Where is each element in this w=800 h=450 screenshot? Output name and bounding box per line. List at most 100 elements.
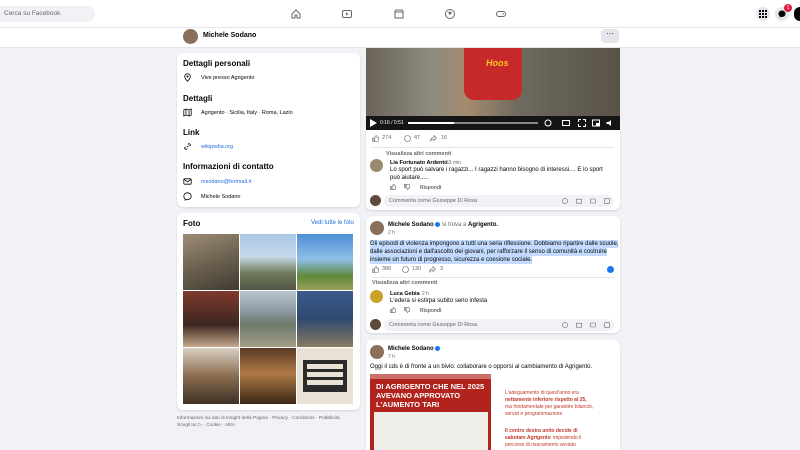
search-placeholder: Cerca su Facebook bbox=[4, 10, 61, 17]
share-icon[interactable] bbox=[429, 266, 436, 273]
see-all-photos-link[interactable]: Vedi tutte le foto bbox=[311, 220, 354, 226]
picture-in-picture-icon[interactable] bbox=[592, 119, 600, 127]
avatar[interactable] bbox=[370, 159, 383, 172]
comment-input[interactable]: Commenta come Giuseppe Di Rosa bbox=[384, 319, 614, 331]
footer-links-line1[interactable]: Informazioni sui dati di Insight della P… bbox=[177, 416, 340, 421]
post-author[interactable]: Michele Sodano bbox=[388, 222, 434, 228]
comment-like-icon[interactable] bbox=[390, 184, 396, 190]
email-link[interactable]: msodano@hotmail.it bbox=[201, 179, 251, 185]
notification-badge: 1 bbox=[784, 4, 792, 12]
post-time[interactable]: 7 h bbox=[388, 354, 395, 360]
gif-icon[interactable] bbox=[590, 322, 596, 328]
captions-icon[interactable] bbox=[562, 119, 570, 127]
poster-right-panel[interactable]: L'adeguamento di quest'anno era nettamen… bbox=[491, 374, 617, 450]
fullscreen-icon[interactable] bbox=[578, 119, 586, 127]
menu-grid-button[interactable] bbox=[756, 7, 770, 21]
comments-count[interactable]: 47 bbox=[414, 135, 420, 141]
comment-icon[interactable] bbox=[404, 135, 411, 142]
video-post-card: 274 47 16 Visualizza altri commenti Lia … bbox=[366, 130, 620, 210]
play-icon[interactable] bbox=[370, 119, 377, 127]
photo-thumbnail[interactable] bbox=[183, 291, 239, 347]
website-link[interactable]: wikipedia.org bbox=[201, 144, 233, 150]
comments-count[interactable]: 130 bbox=[412, 266, 421, 272]
avatar[interactable] bbox=[370, 290, 383, 303]
comment-dislike-icon[interactable] bbox=[404, 184, 410, 190]
verified-icon bbox=[435, 346, 441, 351]
shares-count[interactable]: 16 bbox=[441, 135, 447, 141]
gaming-icon[interactable] bbox=[495, 8, 507, 20]
video-time: 0:16 / 0:51 bbox=[380, 120, 404, 126]
groups-icon[interactable] bbox=[444, 8, 456, 20]
map-icon bbox=[183, 108, 192, 117]
marketplace-icon[interactable] bbox=[393, 8, 405, 20]
reply-link[interactable]: Rispondi bbox=[420, 308, 441, 314]
poster-text-2d: percorso di risanamento avviato bbox=[505, 442, 576, 448]
photo-thumbnail[interactable] bbox=[297, 234, 353, 290]
comment-like-icon[interactable] bbox=[390, 307, 396, 313]
likes-count[interactable]: 386 bbox=[382, 266, 391, 272]
home-icon[interactable] bbox=[290, 8, 302, 20]
camera-icon[interactable] bbox=[576, 198, 582, 204]
profile-sticky-bar: Michele Sodano ··· bbox=[0, 28, 800, 48]
post-text-line2: dalle associazioni e dall'ascolto dei gi… bbox=[370, 248, 607, 256]
poster-document-image bbox=[374, 412, 488, 450]
camera-icon[interactable] bbox=[576, 322, 582, 328]
avatar[interactable] bbox=[183, 29, 198, 44]
view-more-comments-link[interactable]: Visualizza altri commenti bbox=[372, 280, 437, 286]
share-icon[interactable] bbox=[430, 135, 437, 142]
photo-thumbnail[interactable] bbox=[297, 291, 353, 347]
sticker-icon[interactable] bbox=[604, 198, 610, 204]
comment-text-line1: Lo sport può salvare i ragazzi... I raga… bbox=[390, 167, 603, 173]
photo-thumbnail[interactable] bbox=[240, 234, 296, 290]
emoji-icon[interactable] bbox=[562, 322, 568, 328]
likes-count[interactable]: 274 bbox=[382, 135, 391, 141]
reply-link[interactable]: Rispondi bbox=[420, 185, 441, 191]
avatar bbox=[370, 319, 381, 330]
red-jersey bbox=[464, 48, 522, 100]
messenger-name: Michele Sodano bbox=[201, 194, 241, 200]
sticker-icon[interactable] bbox=[604, 322, 610, 328]
text-post-card: Michele Sodano si trova a Agrigento. 2 h… bbox=[366, 216, 620, 333]
grid-icon bbox=[759, 10, 767, 18]
profile-name[interactable]: Michele Sodano bbox=[203, 32, 256, 39]
emoji-icon[interactable] bbox=[562, 198, 568, 204]
intro-card: Dettagli personali Vive presso Agrigento… bbox=[177, 53, 360, 207]
comment-input[interactable]: Commenta come Giuseppe Di Rosa bbox=[384, 195, 614, 207]
photo-thumbnail[interactable] bbox=[183, 234, 239, 290]
video-controls: 0:16 / 0:51 bbox=[366, 116, 620, 130]
photo-thumbnail[interactable] bbox=[240, 348, 296, 404]
reactions-summary-icon[interactable] bbox=[607, 266, 614, 273]
shares-count[interactable]: 3 bbox=[440, 266, 443, 272]
search-input[interactable]: Cerca su Facebook bbox=[0, 6, 95, 22]
avatar[interactable] bbox=[370, 345, 384, 359]
volume-icon[interactable] bbox=[606, 119, 614, 127]
view-more-comments-link[interactable]: Visualizza altri commenti bbox=[386, 151, 451, 157]
avatar[interactable] bbox=[370, 221, 384, 235]
avatar bbox=[370, 195, 381, 206]
footer-links-line2[interactable]: Scegli tu! ▷ · Cookie · Altro bbox=[177, 423, 235, 428]
comment-icon[interactable] bbox=[402, 266, 409, 273]
video-player[interactable]: Hoos 0:16 / 0:51 bbox=[366, 48, 620, 130]
photo-thumbnail[interactable] bbox=[183, 348, 239, 404]
like-icon[interactable] bbox=[372, 266, 379, 273]
account-button[interactable] bbox=[794, 7, 800, 21]
post-location[interactable]: Agrigento. bbox=[468, 222, 498, 228]
post-text-line3: insieme un futuro di progresso, sicurezz… bbox=[370, 256, 533, 264]
video-progress-bar[interactable] bbox=[408, 122, 538, 124]
video-icon[interactable] bbox=[341, 8, 353, 20]
gif-icon[interactable] bbox=[590, 198, 596, 204]
poster-left-panel[interactable]: DI AGRIGENTO CHE NEL 2025 AVEVANO APPROV… bbox=[370, 374, 491, 450]
post-header: Michele Sodano bbox=[388, 346, 441, 352]
like-icon[interactable] bbox=[372, 135, 379, 142]
settings-icon[interactable] bbox=[544, 119, 552, 127]
photo-thumbnail[interactable] bbox=[297, 348, 353, 404]
messenger-button[interactable]: 1 bbox=[775, 4, 792, 21]
photo-thumbnail[interactable] bbox=[240, 291, 296, 347]
post-author[interactable]: Michele Sodano bbox=[388, 346, 434, 352]
post-time[interactable]: 2 h bbox=[388, 230, 395, 236]
comment-dislike-icon[interactable] bbox=[404, 307, 410, 313]
verified-icon bbox=[435, 222, 441, 227]
top-navigation-bar: Cerca su Facebook 1 bbox=[0, 0, 800, 28]
lives-in-text: Vive presso Agrigento bbox=[201, 75, 255, 81]
more-options-button[interactable]: ··· bbox=[601, 29, 619, 43]
